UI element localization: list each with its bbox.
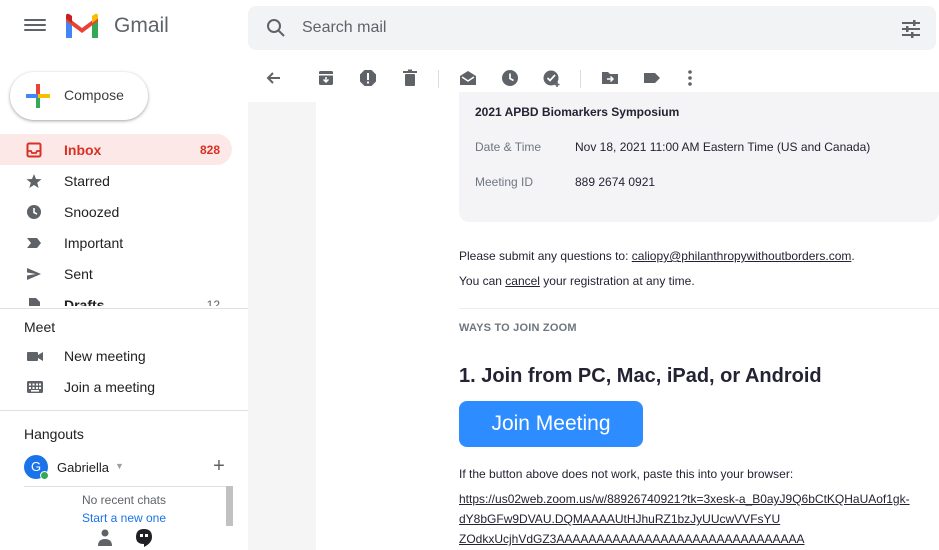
join-meeting-button[interactable]: Join Meeting <box>459 401 643 447</box>
divider <box>0 410 248 411</box>
chevron-down-icon[interactable]: ▼ <box>115 461 124 471</box>
sidebar-item-important[interactable]: Important <box>0 227 232 258</box>
cancel-text: You can cancel your registration at any … <box>459 274 695 288</box>
cancel-registration-link[interactable]: cancel <box>505 274 540 288</box>
compose-plus-icon <box>26 84 50 108</box>
compose-label: Compose <box>64 87 124 103</box>
clock-icon <box>27 205 41 219</box>
divider <box>0 308 248 309</box>
no-chats-text: No recent chats <box>81 493 167 507</box>
ways-to-join-title: WAYS TO JOIN ZOOM <box>459 322 577 334</box>
snooze-clock-icon[interactable] <box>500 68 520 88</box>
toolbar-divider <box>580 70 581 88</box>
sidebar-item-snoozed[interactable]: Snoozed <box>0 196 232 227</box>
message-gutter <box>248 102 316 550</box>
main-menu-icon[interactable] <box>24 16 46 38</box>
nav-label: Inbox <box>64 142 102 158</box>
sidebar-item-starred[interactable]: Starred <box>0 165 232 196</box>
new-meeting-label: New meeting <box>64 348 146 364</box>
questions-text: Please submit any questions to: caliopy@… <box>459 249 855 263</box>
nav-label: Sent <box>64 266 93 282</box>
archive-icon[interactable] <box>316 68 336 88</box>
nav-list: Inbox 828 Starred Snoozed Important Sent… <box>0 134 248 306</box>
unread-count: 828 <box>199 143 220 157</box>
date-label: Date & Time <box>475 140 542 154</box>
person-icon[interactable] <box>96 528 114 548</box>
report-spam-icon[interactable] <box>358 68 378 88</box>
back-arrow-icon[interactable] <box>264 68 284 88</box>
meeting-id-value: 889 2674 0921 <box>575 175 656 189</box>
nav-label: Important <box>64 235 124 251</box>
keyboard-icon <box>27 381 43 393</box>
delete-icon[interactable] <box>400 68 420 88</box>
inbox-icon <box>26 142 42 158</box>
more-options-icon[interactable] <box>680 68 700 88</box>
hangouts-user-name: Gabriella <box>57 460 110 475</box>
search-options-icon[interactable] <box>900 18 922 40</box>
scrollbar[interactable] <box>226 486 233 526</box>
meeting-link[interactable]: https://us02web.zoom.us/w/88926740921?tk… <box>459 492 910 506</box>
meeting-id-label: Meeting ID <box>475 175 534 189</box>
questions-suffix: . <box>851 249 855 263</box>
hangouts-chat-icon[interactable] <box>134 528 154 548</box>
event-title: 2021 APBD Biomarkers Symposium <box>475 105 680 119</box>
date-value: Nov 18, 2021 11:00 AM Eastern Time (US a… <box>575 140 871 154</box>
nav-label: Drafts <box>64 297 105 306</box>
top-bar: Gmail <box>0 0 939 56</box>
toolbar-divider <box>438 70 439 88</box>
join-meeting-button[interactable]: Join a meeting <box>0 372 248 402</box>
new-meeting-button[interactable]: New meeting <box>0 341 248 371</box>
meeting-link[interactable]: ZOdkxUcjhVdGZ3AAAAAAAAAAAAAAAAAAAAAAAAAA… <box>459 532 804 546</box>
label-icon[interactable] <box>642 68 662 88</box>
hangouts-section-title: Hangouts <box>24 426 84 442</box>
sidebar-item-drafts[interactable]: Drafts 12 <box>0 289 232 306</box>
sidebar: Compose Inbox 828 Starred Snoozed Import… <box>0 56 248 550</box>
gmail-logo-icon[interactable] <box>64 12 100 40</box>
sidebar-item-sent[interactable]: Sent <box>0 258 232 289</box>
divider <box>459 308 939 309</box>
move-to-folder-icon[interactable] <box>600 68 620 88</box>
important-icon <box>27 238 41 248</box>
meeting-link[interactable]: dY8bGFw9DVAU.DQMAAAAUtHJhuRZ1bzJyUUcwVVF… <box>459 512 780 526</box>
cancel-suffix: your registration at any time. <box>539 274 695 288</box>
recent-chats: No recent chats Start a new one <box>24 486 232 526</box>
add-chat-icon[interactable]: + <box>208 455 230 479</box>
cancel-prefix: You can <box>459 274 506 288</box>
sidebar-item-inbox[interactable]: Inbox 828 <box>0 134 232 165</box>
hangouts-user[interactable]: G Gabriella ▼ + <box>24 455 234 481</box>
video-camera-icon <box>27 352 43 361</box>
message-view: 2021 APBD Biomarkers Symposium Date & Ti… <box>248 92 939 550</box>
search-input[interactable] <box>302 16 862 40</box>
draft-icon <box>29 298 40 306</box>
questions-prefix: Please submit any questions to: <box>459 249 632 263</box>
hangouts-bottom-bar <box>96 528 166 550</box>
send-icon <box>27 268 41 280</box>
start-new-chat-link[interactable]: Start a new one <box>24 511 224 525</box>
add-to-tasks-icon[interactable] <box>542 68 562 88</box>
star-icon <box>26 174 42 188</box>
email-body: 2021 APBD Biomarkers Symposium Date & Ti… <box>316 92 939 550</box>
meet-section-title: Meet <box>24 319 56 335</box>
presence-indicator <box>40 471 49 480</box>
join-heading: 1. Join from PC, Mac, iPad, or Android <box>459 365 822 387</box>
search-bar <box>248 6 936 50</box>
nav-label: Starred <box>64 173 110 189</box>
app-name[interactable]: Gmail <box>114 14 169 38</box>
meeting-info-card: 2021 APBD Biomarkers Symposium Date & Ti… <box>459 92 939 222</box>
search-icon[interactable] <box>266 18 286 38</box>
help-text: If the button above does not work, paste… <box>459 467 794 481</box>
compose-button[interactable]: Compose <box>10 72 148 120</box>
draft-count: 12 <box>206 298 220 306</box>
questions-email-link[interactable]: caliopy@philanthropywithoutborders.com <box>632 249 852 263</box>
join-meeting-label: Join a meeting <box>64 379 156 395</box>
mark-unread-icon[interactable] <box>458 68 478 88</box>
nav-label: Snoozed <box>64 204 120 220</box>
